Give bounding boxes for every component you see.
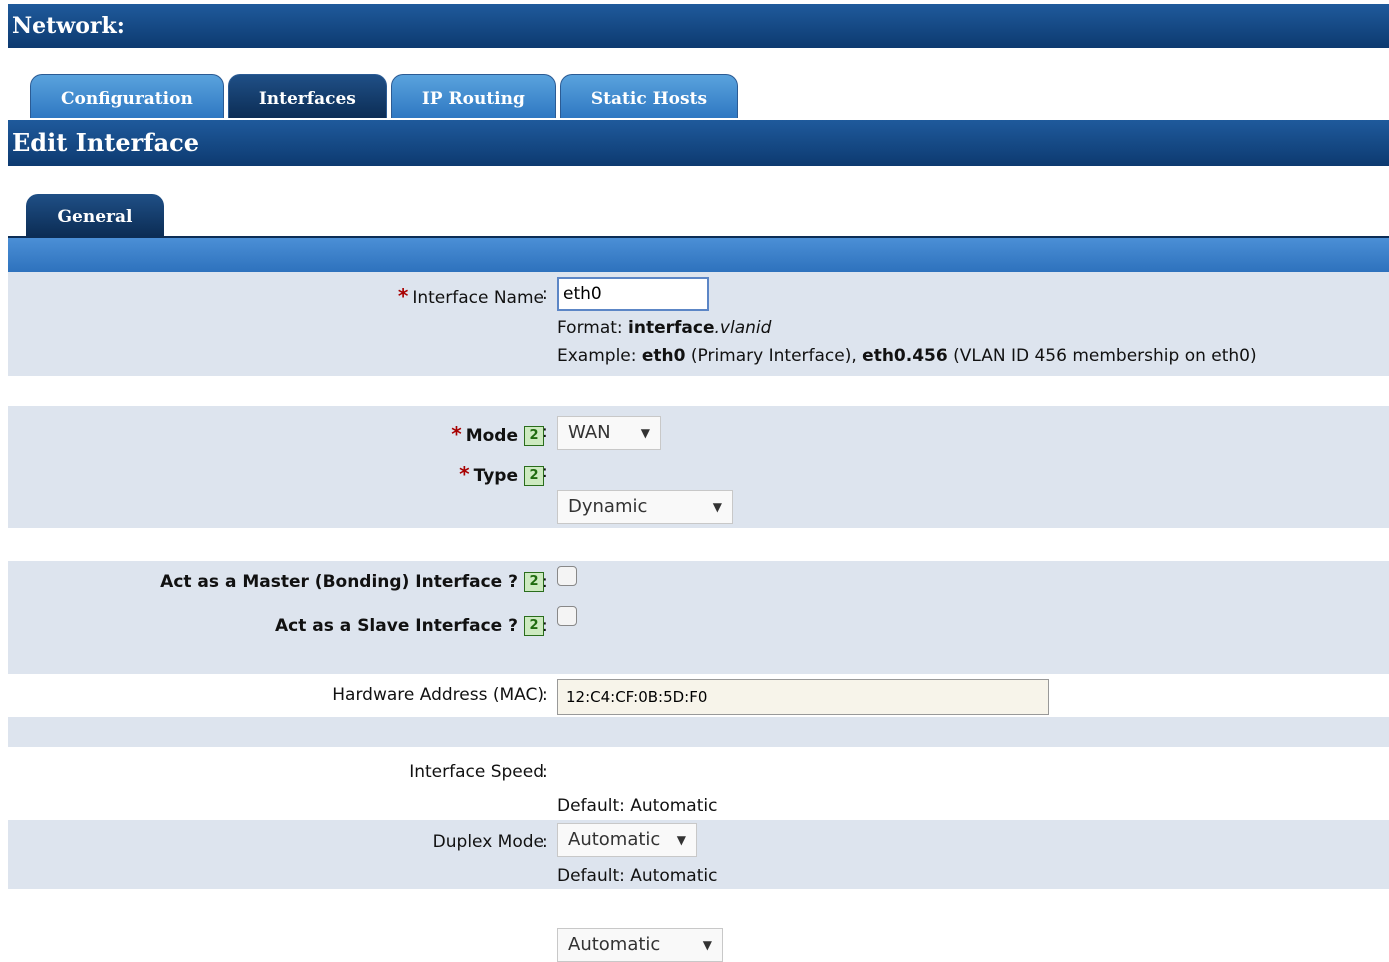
page-header: Network:: [8, 4, 1389, 48]
section-title: Edit Interface: [12, 128, 200, 157]
colon: :: [542, 832, 548, 852]
help-icon[interactable]: 2: [524, 616, 544, 636]
colon: :: [542, 462, 548, 482]
interface-name-label: Interface Name: [412, 288, 544, 308]
slave-checkbox[interactable]: [557, 606, 577, 626]
colon: :: [542, 572, 548, 592]
duplex-label: Duplex Mode: [432, 832, 544, 852]
format-italic: .vlanid: [714, 318, 772, 338]
tab-general[interactable]: General: [26, 194, 164, 236]
duplex-value: Automatic: [568, 934, 661, 955]
tab-ip-routing[interactable]: IP Routing: [390, 74, 556, 118]
row-mode: * Mode 2 :: [8, 418, 1389, 454]
slave-label-wrap: Act as a Slave Interface ? 2: [275, 616, 544, 636]
colon: :: [542, 284, 548, 304]
format-prefix: Format:: [557, 318, 629, 338]
master-label: Act as a Master (Bonding) Interface ?: [160, 572, 518, 592]
required-mark: *: [397, 284, 409, 308]
row-type: * Type 2 :: [8, 458, 1389, 494]
master-label-wrap: Act as a Master (Bonding) Interface ? 2: [160, 572, 544, 592]
example-1: eth0: [641, 346, 686, 366]
form-header-band: [8, 238, 1389, 272]
type-label: Type: [473, 466, 518, 486]
mode-value: WAN: [568, 422, 611, 443]
mode-label: Mode: [465, 426, 518, 446]
example-prefix: Example:: [557, 346, 642, 366]
interface-name-label-wrap: * Interface Name: [398, 284, 544, 308]
example-1-desc: (Primary Interface),: [685, 346, 863, 366]
row-duplex: Duplex Mode :: [8, 830, 1389, 860]
example-2: eth0.456: [862, 346, 948, 366]
duplex-default-hint: Default: Automatic: [557, 866, 718, 886]
band-spacer: [8, 717, 1389, 747]
chevron-down-icon: ▼: [640, 426, 650, 440]
slave-label: Act as a Slave Interface ?: [275, 616, 518, 636]
required-mark: *: [451, 422, 462, 446]
mode-select[interactable]: WAN ▼: [557, 416, 661, 450]
colon: :: [542, 762, 548, 782]
speed-label: Interface Speed: [409, 762, 544, 782]
tab-configuration[interactable]: Configuration: [30, 74, 224, 118]
colon: :: [542, 616, 548, 636]
format-hint: Format: interface.vlanid: [557, 318, 771, 338]
network-tabs: Configuration Interfaces IP Routing Stat…: [30, 74, 739, 118]
help-icon[interactable]: 2: [524, 572, 544, 592]
tab-static-hosts[interactable]: Static Hosts: [559, 74, 739, 118]
duplex-select[interactable]: Automatic ▼: [557, 928, 723, 962]
type-select[interactable]: Dynamic ▼: [557, 490, 733, 524]
master-checkbox[interactable]: [557, 566, 577, 586]
tab-interfaces[interactable]: Interfaces: [227, 74, 387, 118]
speed-default-hint: Default: Automatic: [557, 796, 718, 816]
mode-label-wrap: * Mode 2: [451, 422, 544, 446]
mac-address-field[interactable]: [557, 679, 1049, 715]
help-icon[interactable]: 2: [524, 426, 544, 446]
required-mark: *: [459, 462, 470, 486]
type-label-wrap: * Type 2: [459, 462, 544, 486]
example-2-desc: (VLAN ID 456 membership on eth0): [947, 346, 1257, 366]
page-title: Network:: [12, 13, 125, 39]
section-header: Edit Interface: [8, 120, 1389, 166]
colon: :: [542, 422, 548, 442]
mac-label: Hardware Address (MAC): [332, 685, 544, 705]
example-hint: Example: eth0 (Primary Interface), eth0.…: [557, 346, 1257, 366]
help-icon[interactable]: 2: [524, 466, 544, 486]
colon: :: [542, 685, 548, 705]
chevron-down-icon: ▼: [712, 500, 722, 514]
type-value: Dynamic: [568, 496, 648, 517]
interface-name-input[interactable]: [557, 277, 709, 311]
row-master: Act as a Master (Bonding) Interface ? 2 :: [8, 568, 1389, 598]
format-bold: interface: [628, 318, 715, 338]
row-speed: Interface Speed :: [8, 760, 1389, 790]
chevron-down-icon: ▼: [702, 938, 712, 952]
row-slave: Act as a Slave Interface ? 2 :: [8, 612, 1389, 642]
